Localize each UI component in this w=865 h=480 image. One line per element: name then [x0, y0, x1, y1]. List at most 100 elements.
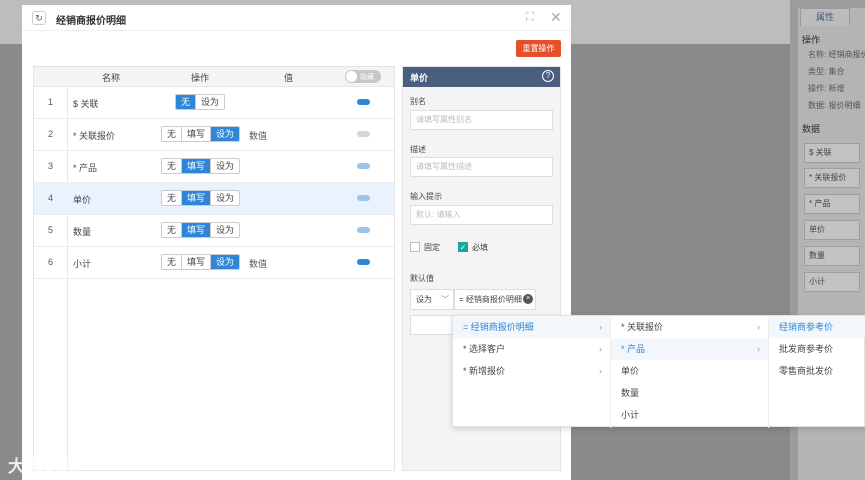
- op-none-button[interactable]: 无: [162, 159, 183, 173]
- header-op: 操作: [191, 73, 210, 83]
- hide-toggle[interactable]: 隐藏: [345, 70, 381, 83]
- description-label: 描述: [410, 145, 426, 154]
- background-tab-properties[interactable]: 属性: [800, 8, 850, 26]
- op-set-button[interactable]: 设为: [211, 223, 240, 237]
- background-ops-line: 名称: 经销商报价: [808, 50, 865, 59]
- table-row[interactable]: 6 小计 无 填写 设为 数值: [34, 247, 394, 279]
- cascade-option[interactable]: 单价: [611, 360, 768, 382]
- alias-input[interactable]: 请填写属性别名: [410, 110, 553, 130]
- chevron-right-icon: ›: [757, 344, 760, 354]
- cascade-option[interactable]: * 选择客户 ›: [453, 338, 610, 360]
- op-none-button[interactable]: 无: [162, 127, 183, 141]
- row-switch[interactable]: [357, 131, 370, 137]
- row-number: 6: [47, 257, 53, 267]
- cascade-option[interactable]: 数量: [611, 382, 768, 404]
- table-row[interactable]: 4 单价 无 填写 设为: [34, 183, 394, 215]
- op-selector: 无 填写 设为: [161, 158, 241, 174]
- default-mode-value: 设为: [416, 295, 432, 304]
- op-fill-button[interactable]: 填写: [182, 159, 212, 173]
- cascade-column-2: * 关联报价 › * 产品 › 单价 数量 小计: [611, 316, 769, 428]
- op-set-button[interactable]: 设为: [211, 255, 240, 269]
- cascade-column-1: = 经销商报价明细 › * 选择客户 › * 新增报价 ›: [453, 316, 611, 428]
- row-number: 3: [47, 161, 53, 171]
- cascade-dropdown: = 经销商报价明细 › * 选择客户 › * 新增报价 › * 关联报价 › * 产品 ›…: [452, 315, 865, 428]
- cascade-option-label: * 关联报价: [621, 322, 664, 332]
- row-switch[interactable]: [357, 163, 370, 169]
- cascade-option[interactable]: 小计: [611, 404, 768, 426]
- background-data-box: 单价: [804, 220, 860, 240]
- properties-header: 单价 ?: [403, 67, 560, 87]
- op-none-button[interactable]: 无: [162, 255, 183, 269]
- cascade-option[interactable]: 经销商参考价: [769, 316, 865, 338]
- op-fill-button[interactable]: 填写: [182, 255, 212, 269]
- row-number: 5: [47, 225, 53, 235]
- row-switch[interactable]: [357, 259, 370, 265]
- cascade-option-label: * 选择客户: [463, 344, 506, 354]
- cascade-option[interactable]: * 产品 ›: [611, 338, 768, 360]
- help-icon[interactable]: ?: [542, 70, 554, 82]
- background-ops-line: 操作: 新增: [808, 84, 845, 93]
- row-switch[interactable]: [357, 195, 370, 201]
- chevron-down-icon: ﹀: [441, 295, 449, 304]
- table-header: 名称 操作 值 隐藏: [34, 67, 394, 87]
- description-input[interactable]: 请填写属性描述: [410, 157, 553, 177]
- hint-input[interactable]: 默认: 请输入: [410, 205, 553, 225]
- op-set-button[interactable]: 设为: [211, 191, 240, 205]
- row-switch[interactable]: [357, 99, 370, 105]
- op-none-button[interactable]: 无: [162, 223, 183, 237]
- row-name: * 产品: [73, 163, 98, 173]
- chevron-right-icon: ›: [757, 322, 760, 332]
- cascade-option[interactable]: 零售商批发价: [769, 360, 865, 382]
- op-none-button[interactable]: 无: [176, 95, 197, 109]
- refresh-icon[interactable]: ↻: [32, 11, 46, 25]
- row-switch[interactable]: [357, 227, 370, 233]
- default-label: 默认值: [410, 274, 434, 283]
- cascade-option[interactable]: * 关联报价 ›: [611, 316, 768, 338]
- op-none-button[interactable]: 无: [162, 191, 183, 205]
- op-selector: 无 填写 设为: [161, 190, 241, 206]
- header-name: 名称: [102, 73, 121, 83]
- watermark: 大数跨境: [8, 457, 80, 476]
- chevron-right-icon: ›: [599, 344, 602, 354]
- chevron-right-icon: ›: [599, 322, 602, 332]
- op-set-button[interactable]: 设为: [196, 95, 225, 109]
- cascade-option[interactable]: 批发商参考价: [769, 338, 865, 360]
- required-label: 必填: [472, 243, 488, 252]
- required-checkbox[interactable]: ✓: [458, 242, 468, 252]
- reset-button[interactable]: 重置操作: [516, 40, 561, 57]
- default-mode-select[interactable]: 设为 ﹀: [410, 289, 454, 310]
- op-fill-button[interactable]: 填写: [182, 223, 212, 237]
- hint-label: 输入提示: [410, 192, 442, 201]
- op-selector: 无 填写 设为: [161, 254, 241, 270]
- modal-title: 经销商报价明细: [56, 16, 126, 27]
- table-row[interactable]: 1 $ 关联 无 设为: [34, 87, 394, 119]
- clear-icon[interactable]: ×: [523, 294, 533, 304]
- op-fill-button[interactable]: 填写: [182, 191, 212, 205]
- row-value[interactable]: 数值: [249, 129, 267, 142]
- background-data-box: $ 关联: [804, 143, 860, 163]
- cascade-option[interactable]: = 经销商报价明细 ›: [453, 316, 610, 338]
- background-ops-line: 类型: 集合: [808, 67, 845, 76]
- table-row[interactable]: 2 * 关联报价 无 填写 设为 数值: [34, 119, 394, 151]
- row-name: * 关联报价: [73, 131, 116, 141]
- properties-title: 单价: [410, 73, 429, 83]
- op-set-button[interactable]: 设为: [211, 159, 240, 173]
- cascade-column-3: 经销商参考价 批发商参考价 零售商批发价: [769, 316, 865, 428]
- row-value[interactable]: 数值: [249, 257, 267, 270]
- expand-icon[interactable]: ⛶: [526, 11, 534, 24]
- close-icon[interactable]: ✕: [550, 9, 562, 26]
- row-number: 4: [47, 193, 53, 203]
- background-ops-line: 数据: 报价明细: [808, 101, 861, 110]
- cascade-option[interactable]: * 新增报价 ›: [453, 360, 610, 382]
- op-set-button[interactable]: 设为: [211, 127, 240, 141]
- op-fill-button[interactable]: 填写: [182, 127, 212, 141]
- table-row[interactable]: 3 * 产品 无 填写 设为: [34, 151, 394, 183]
- background-section-data: 数据: [802, 124, 821, 134]
- background-data-box: * 产品: [804, 194, 860, 214]
- cascade-option-label: * 新增报价: [463, 366, 506, 376]
- modal-header: ↻ 经销商报价明细 ⛶ ✕: [22, 5, 571, 31]
- cascade-option-label: = 经销商报价明细: [463, 322, 534, 332]
- table-row[interactable]: 5 数量 无 填写 设为: [34, 215, 394, 247]
- row-number: 1: [47, 97, 53, 107]
- fixed-checkbox[interactable]: [410, 242, 420, 252]
